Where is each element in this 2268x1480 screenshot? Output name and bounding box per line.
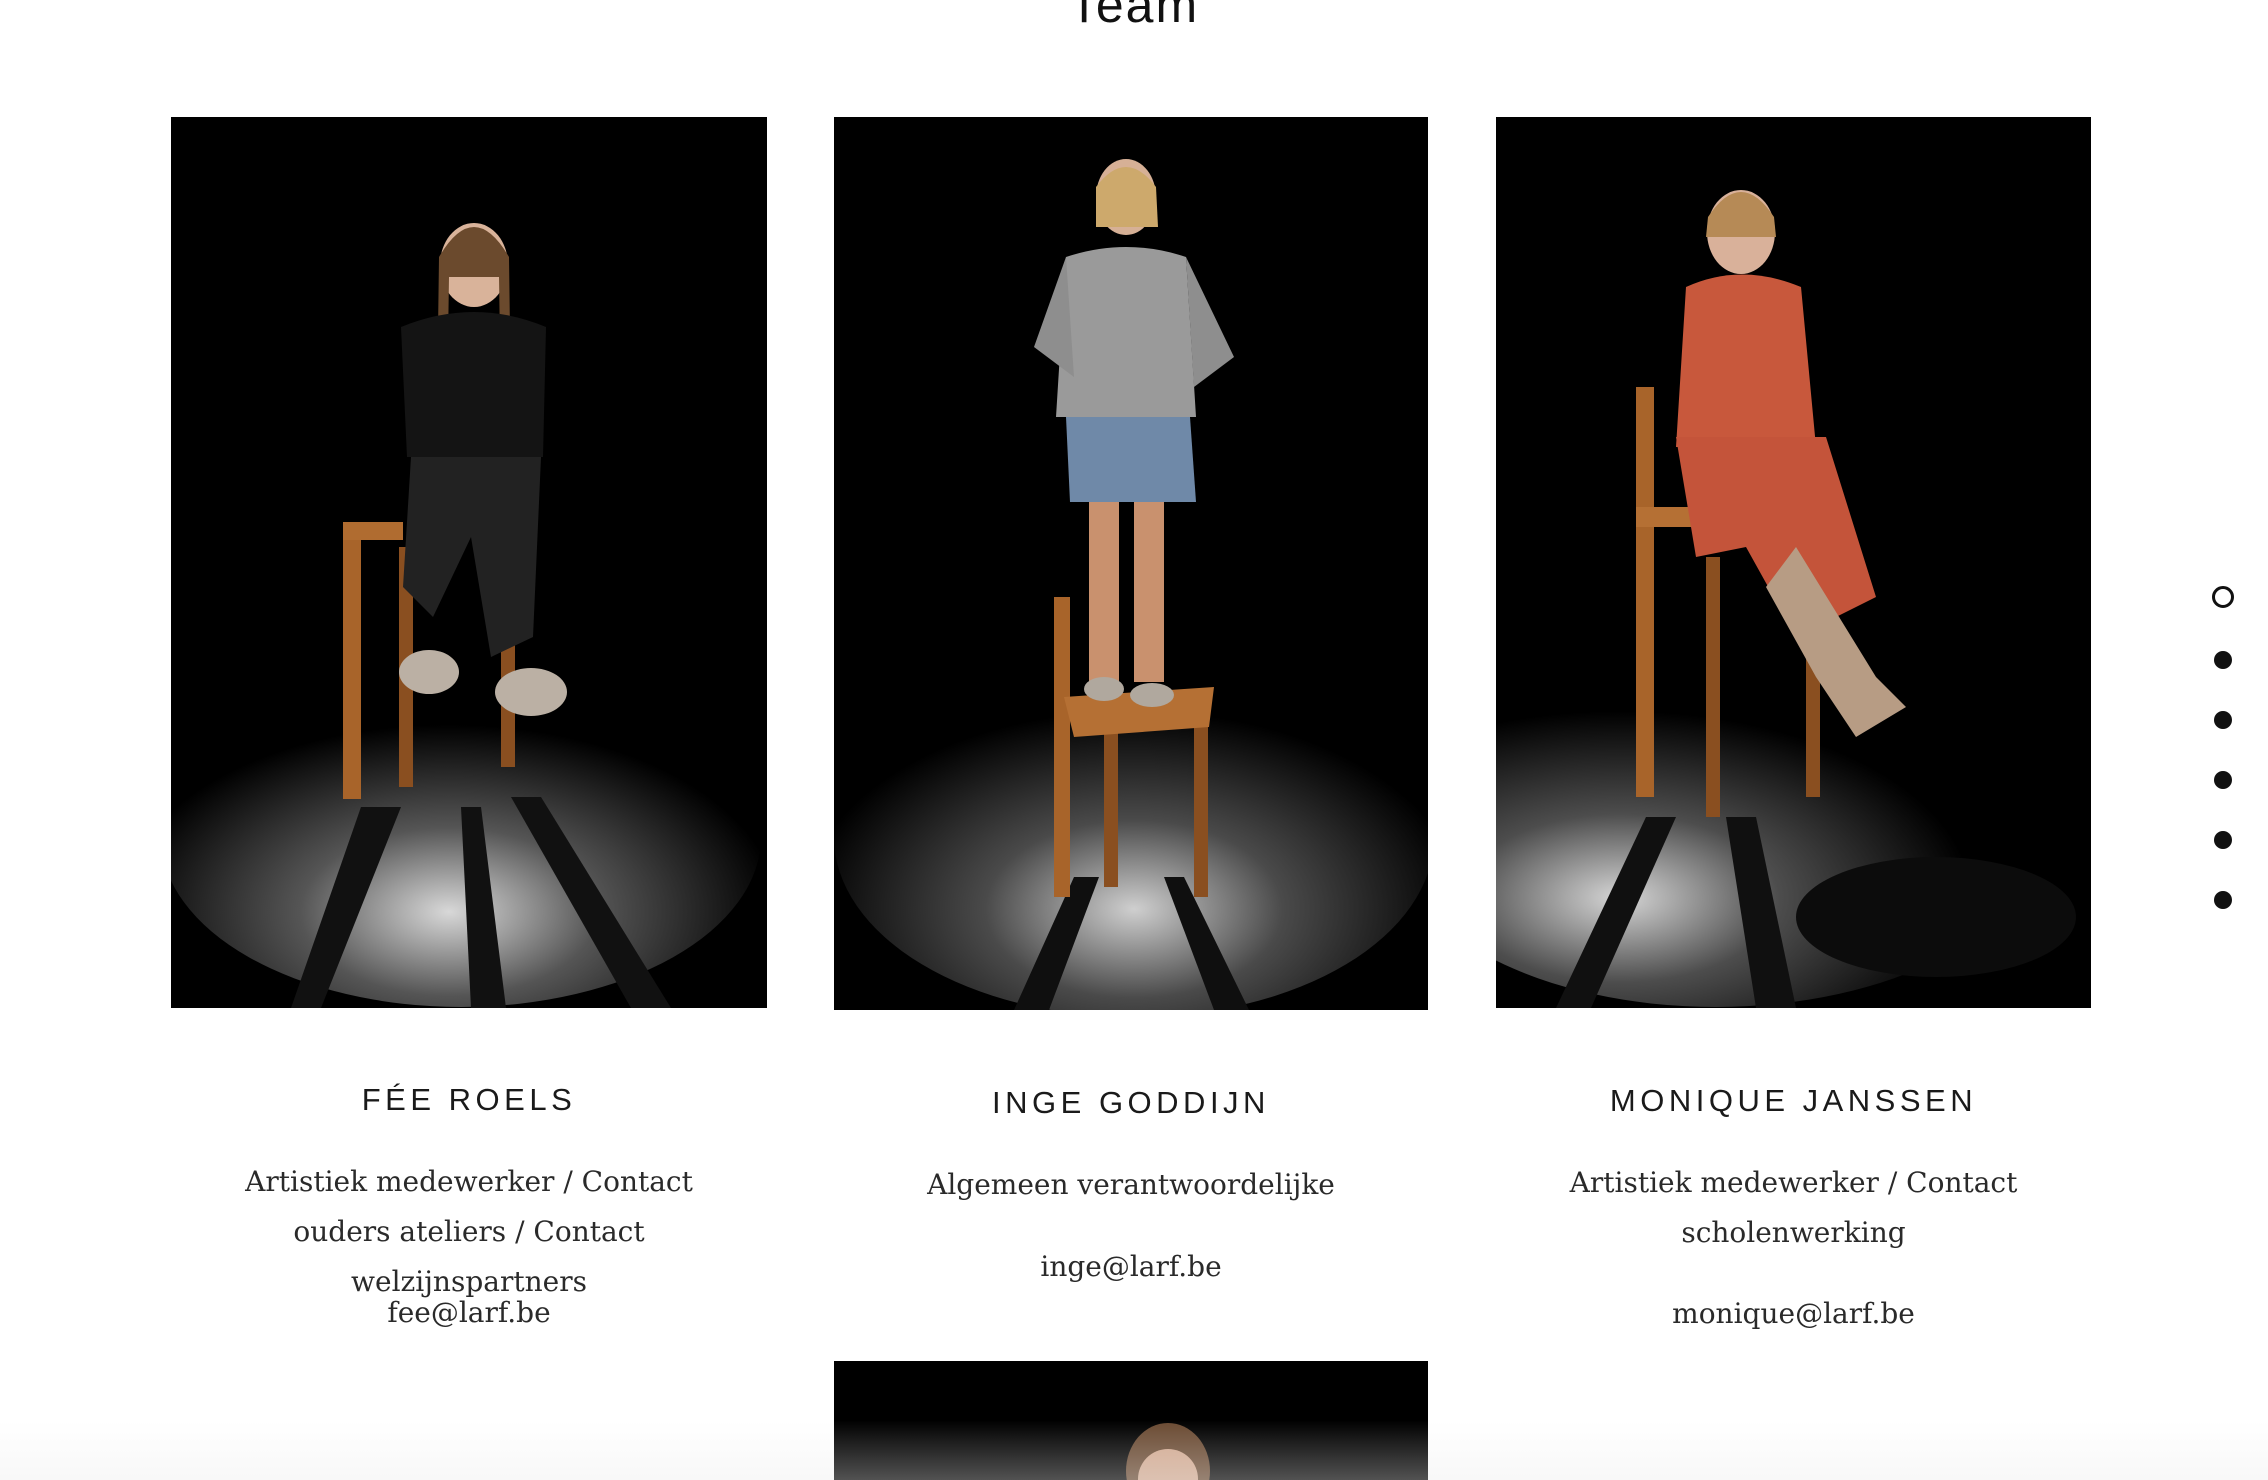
team-photo-monique-janssen[interactable] [1496, 117, 2091, 1008]
nav-dot-3[interactable] [2214, 711, 2232, 729]
member-email-link[interactable]: monique@larf.be [1496, 1297, 2091, 1330]
section-title: Team [1068, 0, 1200, 33]
team-photo-next[interactable] [834, 1361, 1428, 1480]
team-photo-fee-roels[interactable] [171, 117, 767, 1008]
portrait-image [834, 1361, 1428, 1480]
member-name: MONIQUE JANSSEN [1609, 1083, 1978, 1118]
member-role: Algemeen verantwoordelijke [927, 1168, 1335, 1201]
portrait-image [171, 117, 767, 1008]
member-name: INGE GODDIJN [992, 1085, 1270, 1120]
nav-dot-6[interactable] [2214, 891, 2232, 909]
nav-dot-1[interactable] [2212, 586, 2234, 608]
member-email-link[interactable]: inge@larf.be [834, 1250, 1428, 1283]
member-role: Artistiek medewerker / Contact ouders at… [245, 1165, 693, 1298]
member-name: FÉE ROELS [361, 1082, 577, 1117]
portrait-image [1496, 117, 2091, 1008]
member-role: Artistiek medewerker / Contact scholenwe… [1569, 1166, 2018, 1249]
portrait-image [834, 117, 1428, 1010]
member-email-link[interactable]: fee@larf.be [171, 1296, 767, 1329]
nav-dot-2[interactable] [2214, 651, 2232, 669]
team-photo-inge-goddijn[interactable] [834, 117, 1428, 1010]
nav-dot-5[interactable] [2214, 831, 2232, 849]
nav-dot-4[interactable] [2214, 771, 2232, 789]
